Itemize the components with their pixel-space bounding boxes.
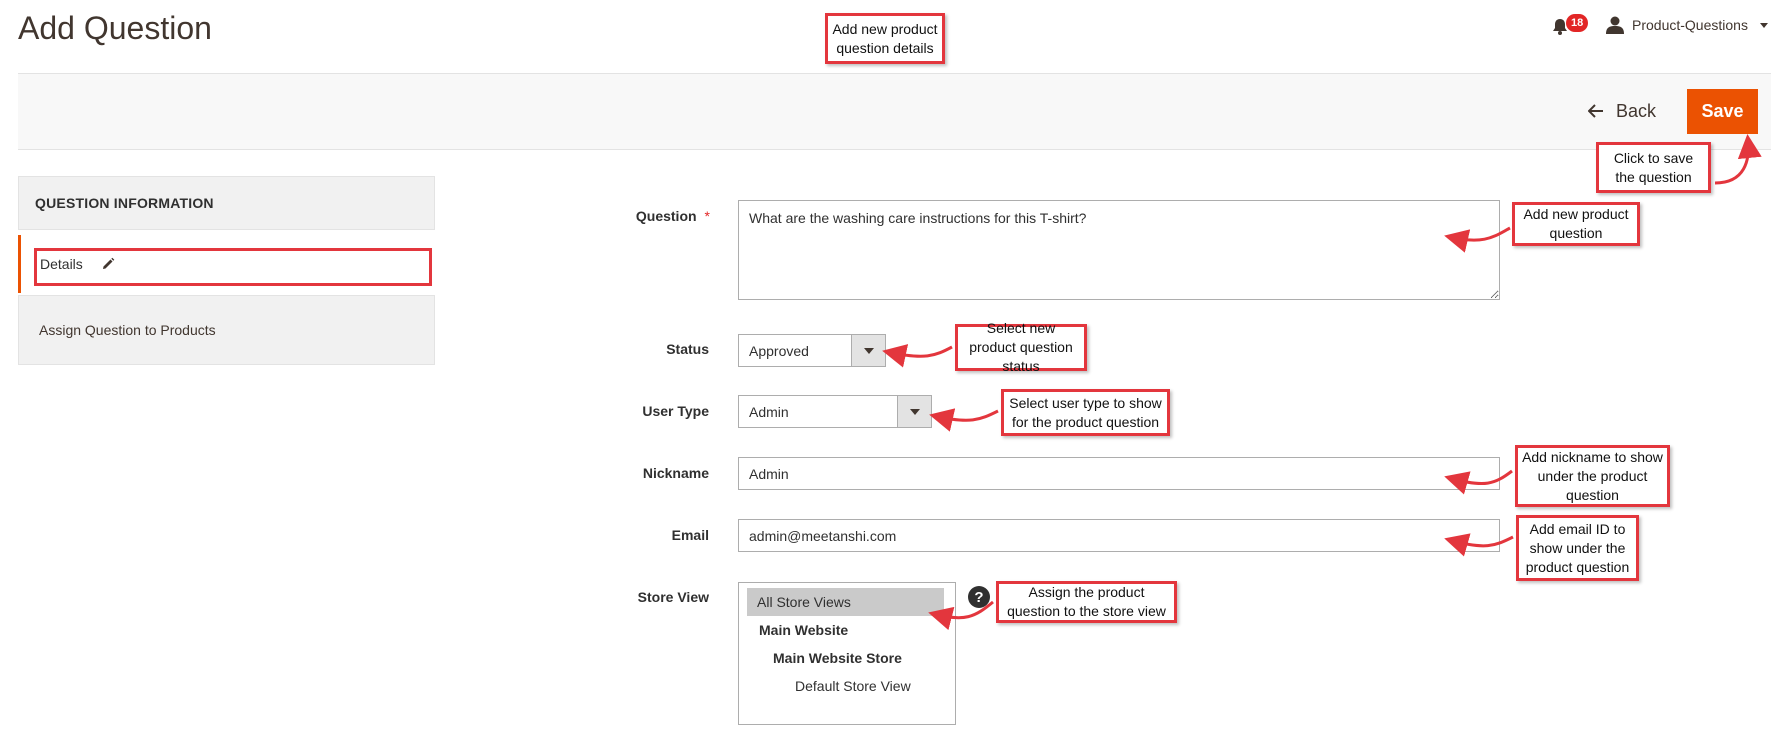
annotation-arrows: [882, 134, 1762, 631]
arrow-to-email: [1444, 533, 1514, 557]
arrow-to-nickname: [1444, 469, 1513, 495]
arrow-to-store-view: [928, 600, 994, 631]
arrow-to-user-type: [929, 408, 999, 432]
arrow-to-question: [1444, 226, 1511, 253]
arrow-to-status: [882, 344, 953, 368]
arrow-to-save: [1714, 134, 1762, 185]
